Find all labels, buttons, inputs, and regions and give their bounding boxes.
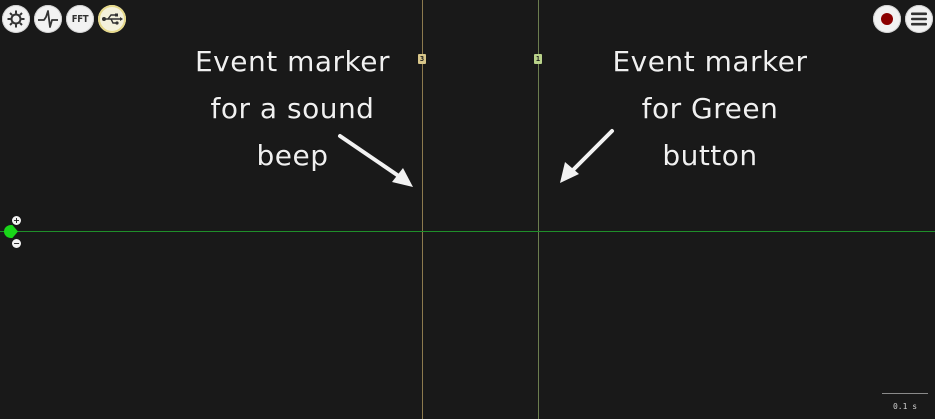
timescale-bar: [882, 393, 928, 394]
arrow-beep-head: [392, 168, 413, 187]
timescale-label: 0.1 s: [892, 402, 918, 411]
arrow-beep: [338, 134, 408, 183]
spike-recorder-screen: FFT 3 1 + − Event marker for a sound bee…: [0, 0, 935, 419]
annotation-arrows: [338, 129, 614, 187]
arrow-green: [565, 129, 614, 178]
